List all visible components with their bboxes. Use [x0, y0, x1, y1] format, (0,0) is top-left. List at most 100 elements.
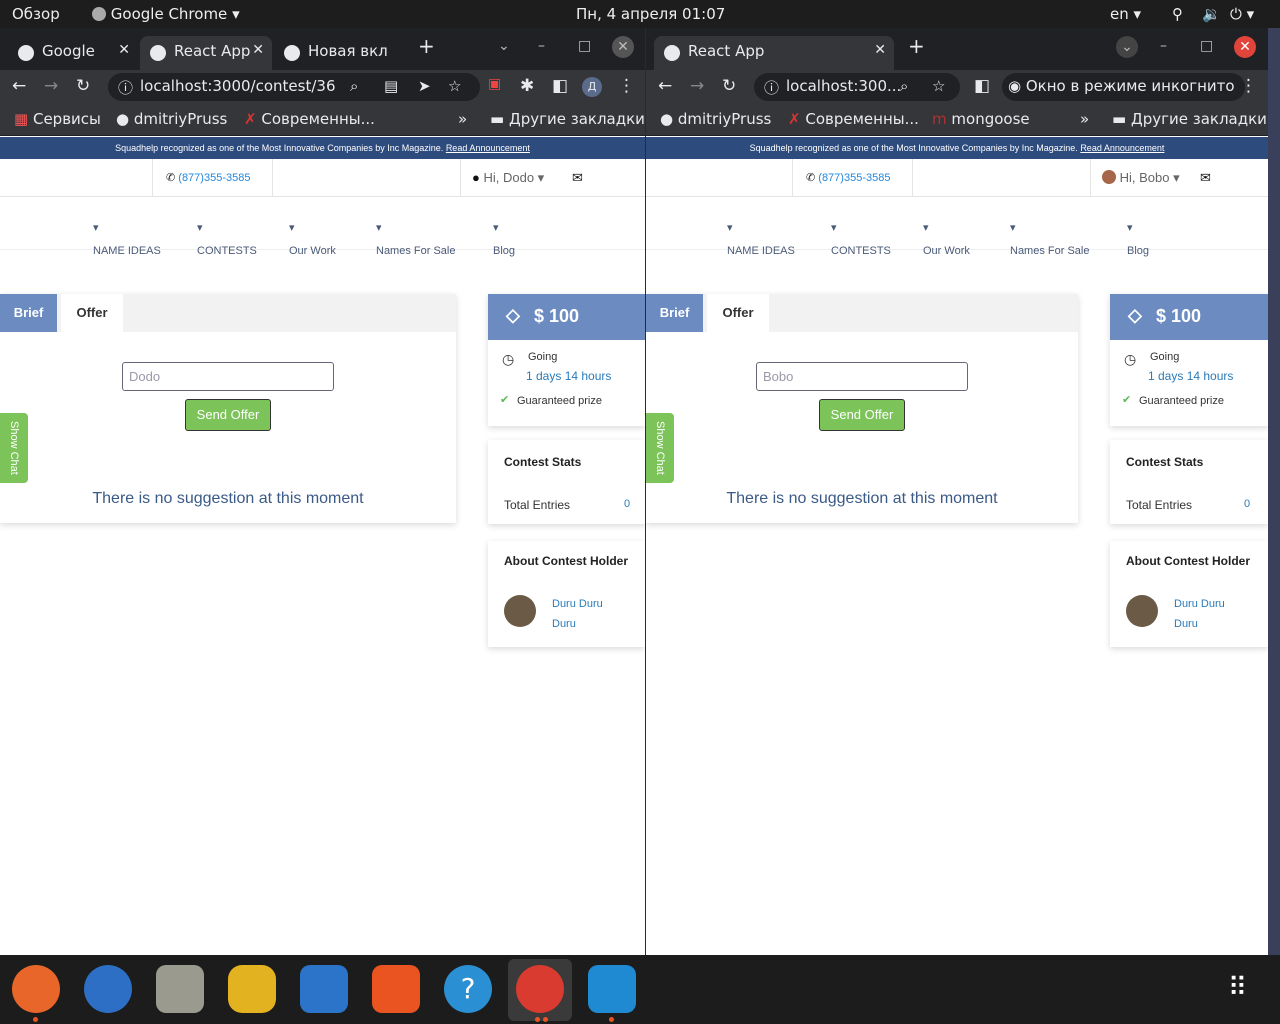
address-bar[interactable]: ⓘ localhost:3000/contest/36 ⌕ ▤ ➤ ☆ — [108, 73, 480, 101]
bookmark-modern[interactable]: ✗ Современны... — [244, 110, 375, 128]
bookmark-github[interactable]: ● dmitriyPruss — [116, 110, 227, 128]
reload-icon[interactable]: ↻ — [76, 76, 90, 96]
maximize-button[interactable]: □ — [1200, 38, 1213, 54]
nav-contests[interactable]: CONTESTS ▾ — [831, 221, 891, 257]
nav-blog[interactable]: Blog ▾ — [1127, 221, 1149, 257]
mail-icon[interactable]: ✉ — [572, 170, 583, 186]
incognito-badge[interactable]: ◉ Окно в режиме инкогнито — [1002, 73, 1245, 101]
close-window-button[interactable]: ✕ — [1234, 36, 1256, 58]
chevron-down-icon[interactable]: ⌄ — [1116, 36, 1138, 58]
language-indicator[interactable]: en ▾ — [1110, 5, 1141, 23]
maximize-button[interactable]: □ — [578, 38, 591, 54]
holder-name-1[interactable]: Duru Duru — [552, 598, 603, 610]
thunderbird-icon[interactable] — [84, 965, 132, 1013]
close-window-button[interactable]: ✕ — [612, 36, 634, 58]
menu-icon[interactable]: ⋮ — [618, 76, 635, 96]
nav-blog[interactable]: Blog ▾ — [493, 221, 515, 257]
sidepanel-icon[interactable]: ◧ — [552, 76, 568, 96]
app-grid-icon[interactable]: ⠿ — [1228, 973, 1247, 1003]
holder-title: About Contest Holder — [504, 554, 628, 568]
minimize-button[interactable]: – — [538, 38, 545, 54]
offer-input[interactable]: Dodo — [122, 362, 334, 391]
user-menu[interactable]: ● Hi, Dodo ▾ — [472, 170, 544, 186]
nav-names-for-sale[interactable]: Names For Sale ▾ — [376, 221, 455, 257]
nav-our-work[interactable]: Our Work ▾ — [289, 221, 336, 257]
send-offer-button[interactable]: Send Offer — [819, 399, 905, 431]
bookmark-github[interactable]: ● dmitriyPruss — [660, 110, 771, 128]
volume-icon[interactable]: 🔉 — [1202, 5, 1221, 23]
phone-link[interactable]: ✆ (877)355-3585 — [806, 171, 890, 184]
software-icon[interactable] — [372, 965, 420, 1013]
nav-our-work[interactable]: Our Work ▾ — [923, 221, 970, 257]
tab-brief[interactable]: Brief — [0, 294, 57, 332]
back-icon[interactable]: ← — [658, 76, 672, 96]
extension-icon[interactable]: ▣ — [488, 76, 501, 92]
activities-button[interactable]: Обзор — [12, 5, 60, 23]
address-bar[interactable]: ⓘ localhost:300... ⌕ ☆ — [754, 73, 960, 101]
chevron-down-icon[interactable]: ⌄ — [498, 38, 510, 54]
bookmark-services[interactable]: ▦ Сервисы — [14, 110, 101, 128]
mail-icon[interactable]: ✉ — [1200, 170, 1211, 186]
firefox-icon[interactable] — [12, 965, 60, 1013]
bookmark-other[interactable]: ▬ Другие закладки — [1112, 110, 1267, 128]
tab-google[interactable]: Google ✕ — [8, 36, 138, 70]
announcement-link[interactable]: Read Announcement — [1080, 143, 1164, 153]
chrome-icon[interactable] — [516, 965, 564, 1013]
reload-icon[interactable]: ↻ — [722, 76, 736, 96]
more-bookmarks[interactable]: » — [458, 110, 467, 128]
menu-icon[interactable]: ⋮ — [1240, 76, 1257, 96]
send-icon[interactable]: ➤ — [418, 77, 431, 95]
rhythmbox-icon[interactable] — [228, 965, 276, 1013]
forward-icon[interactable]: → — [690, 76, 704, 96]
zoom-icon[interactable]: ⌕ — [900, 77, 908, 95]
power-icon[interactable]: ⏻ ▾ — [1230, 5, 1254, 23]
profile-avatar[interactable]: Д — [582, 77, 602, 97]
close-icon[interactable]: ✕ — [252, 42, 264, 58]
star-icon[interactable]: ☆ — [448, 77, 461, 95]
writer-icon[interactable] — [300, 965, 348, 1013]
forward-icon[interactable]: → — [44, 76, 58, 96]
files-icon[interactable] — [156, 965, 204, 1013]
nav-contests[interactable]: CONTESTS ▾ — [197, 221, 257, 257]
back-icon[interactable]: ← — [12, 76, 26, 96]
tab-react-app[interactable]: React App ✕ — [140, 36, 272, 70]
tab-offer[interactable]: Offer — [707, 294, 769, 332]
holder-name-1[interactable]: Duru Duru — [1174, 598, 1225, 610]
tab-new[interactable]: Новая вкл — [274, 36, 404, 70]
nav-name-ideas[interactable]: NAME IDEAS ▾ — [93, 221, 161, 257]
help-icon[interactable]: ? — [444, 965, 492, 1013]
new-tab-button[interactable]: + — [418, 34, 435, 58]
star-icon[interactable]: ☆ — [932, 77, 945, 95]
minimize-button[interactable]: – — [1160, 38, 1167, 54]
show-chat-button[interactable]: Show Chat — [646, 413, 674, 483]
phone-link[interactable]: ✆ (877)355-3585 — [166, 171, 250, 184]
more-bookmarks[interactable]: » — [1080, 110, 1089, 128]
reader-icon[interactable]: ▤ — [384, 77, 398, 95]
network-icon[interactable]: ⚲ — [1172, 5, 1183, 23]
app-menu[interactable]: Google Chrome ▾ — [92, 5, 240, 23]
new-tab-button[interactable]: + — [908, 34, 925, 58]
offer-input[interactable]: Bobo — [756, 362, 968, 391]
puzzle-icon[interactable]: ✱ — [520, 76, 534, 96]
tab-react-app[interactable]: React App ✕ — [654, 36, 894, 70]
announcement-link[interactable]: Read Announcement — [446, 143, 530, 153]
user-menu[interactable]: Hi, Bobo ▾ — [1102, 170, 1180, 186]
bookmark-other[interactable]: ▬ Другие закладки — [490, 110, 645, 128]
chrome-small-icon — [92, 7, 106, 21]
close-icon[interactable]: ✕ — [874, 42, 886, 58]
close-icon[interactable]: ✕ — [118, 42, 130, 58]
show-chat-button[interactable]: Show Chat — [0, 413, 28, 483]
send-offer-button[interactable]: Send Offer — [185, 399, 271, 431]
zoom-icon[interactable]: ⌕ — [350, 77, 358, 95]
holder-name-2[interactable]: Duru — [552, 618, 576, 630]
clock[interactable]: Пн, 4 апреля 01:07 — [576, 5, 725, 23]
nav-names-for-sale[interactable]: Names For Sale ▾ — [1010, 221, 1089, 257]
tab-offer[interactable]: Offer — [61, 294, 123, 332]
nav-name-ideas[interactable]: NAME IDEAS ▾ — [727, 221, 795, 257]
tab-brief[interactable]: Brief — [646, 294, 703, 332]
sidepanel-icon[interactable]: ◧ — [974, 76, 990, 96]
bookmark-modern[interactable]: ✗ Современны... — [788, 110, 919, 128]
vscode-icon[interactable] — [588, 965, 636, 1013]
bookmark-mongoose[interactable]: m mongoose — [932, 110, 1030, 128]
holder-name-2[interactable]: Duru — [1174, 618, 1198, 630]
